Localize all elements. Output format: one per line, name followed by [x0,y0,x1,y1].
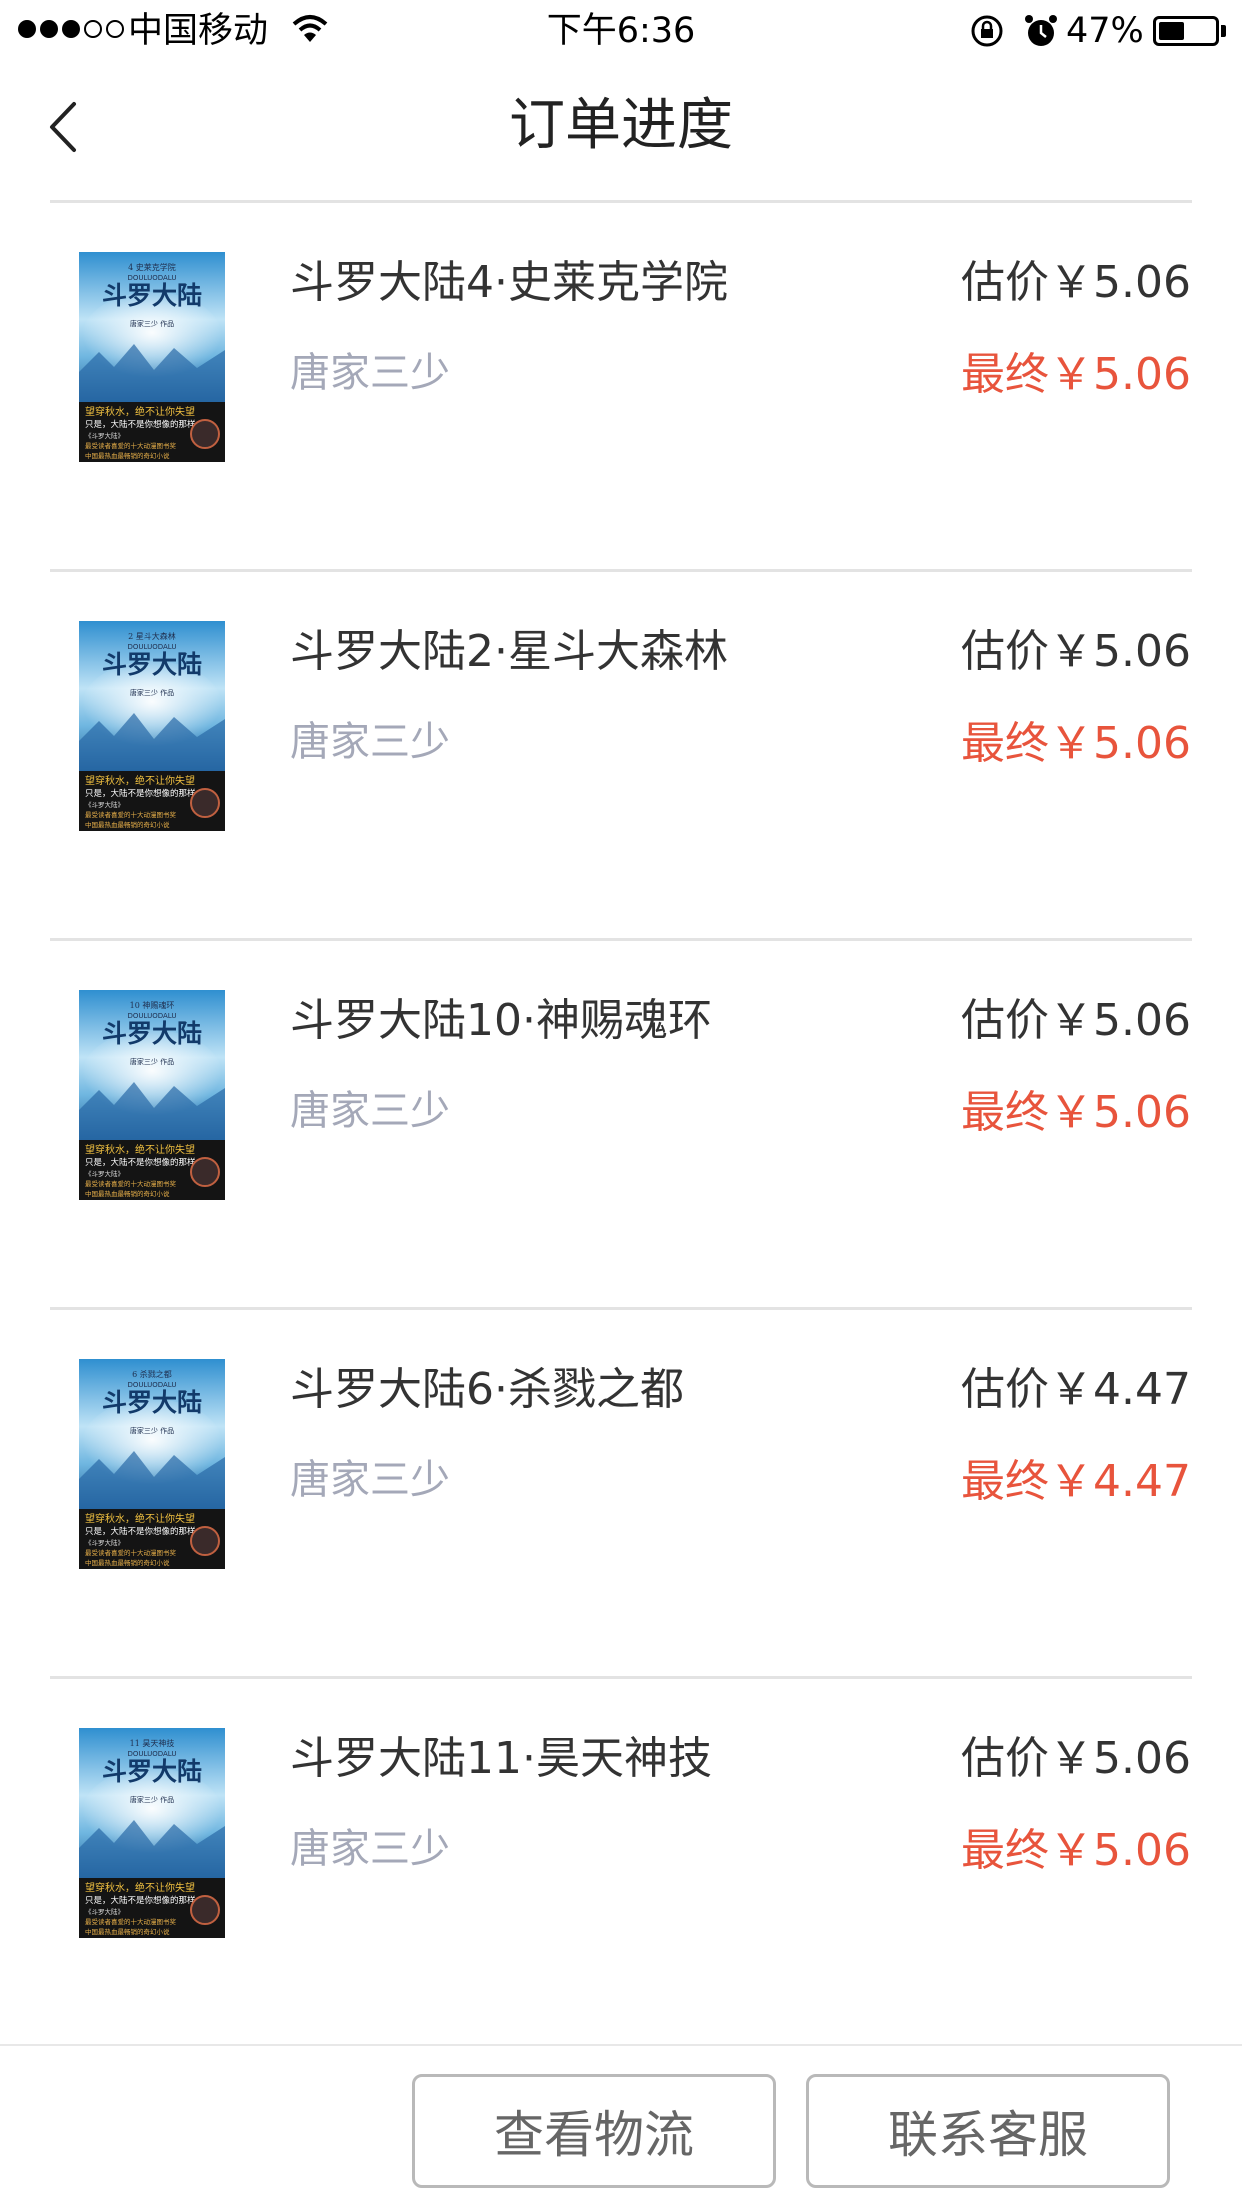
final-price: 最终￥5.06 [961,349,1191,400]
estimated-price: 估价￥4.47 [961,1364,1191,1415]
svg-text:最受读者喜爱的十大动漫图书奖: 最受读者喜爱的十大动漫图书奖 [85,441,177,450]
cover-volume-text: 2 星斗大森林 [128,631,176,641]
svg-text:望穿秋水，绝不让你失望: 望穿秋水，绝不让你失望 [85,1512,195,1525]
book-title: 斗罗大陆6·杀戮之都 [290,1364,684,1415]
order-item[interactable]: 10 神赐魂环 DOULUODALU 斗罗大陆 唐家三少 作品 望穿秋水，绝不让… [0,938,1242,1306]
final-price: 最终￥5.06 [961,1825,1191,1876]
svg-text:唐家三少 作品: 唐家三少 作品 [130,1057,174,1066]
svg-text:最受读者喜爱的十大动漫图书奖: 最受读者喜爱的十大动漫图书奖 [85,1917,177,1926]
svg-text:斗罗大陆: 斗罗大陆 [102,1019,202,1048]
book-cover-image: 10 神赐魂环 DOULUODALU 斗罗大陆 唐家三少 作品 望穿秋水，绝不让… [79,990,225,1200]
svg-text:斗罗大陆: 斗罗大陆 [102,650,202,679]
nav-bar: 订单进度 [0,62,1242,202]
battery-tip [1221,25,1226,37]
battery-fill [1159,22,1184,40]
svg-text:唐家三少 作品: 唐家三少 作品 [130,688,174,697]
svg-text:最受读者喜爱的十大动漫图书奖: 最受读者喜爱的十大动漫图书奖 [85,810,177,819]
battery-percent: 47% [1066,11,1144,51]
svg-text:斗罗大陆: 斗罗大陆 [102,281,202,310]
svg-text:望穿秋水，绝不让你失望: 望穿秋水，绝不让你失望 [85,1881,195,1894]
svg-text:《斗罗大陆》: 《斗罗大陆》 [85,1907,124,1916]
svg-text:《斗罗大陆》: 《斗罗大陆》 [85,800,124,809]
book-author: 唐家三少 [290,350,450,396]
svg-text:《斗罗大陆》: 《斗罗大陆》 [85,431,124,440]
book-author: 唐家三少 [290,1826,450,1872]
cover-volume-text: 10 神赐魂环 [130,1000,175,1010]
svg-text:斗罗大陆: 斗罗大陆 [102,1388,202,1417]
final-price: 最终￥5.06 [961,1087,1191,1138]
book-cover-image: 11 昊天神技 DOULUODALU 斗罗大陆 唐家三少 作品 望穿秋水，绝不让… [79,1728,225,1938]
estimated-price: 估价￥5.06 [961,995,1191,1046]
svg-text:望穿秋水，绝不让你失望: 望穿秋水，绝不让你失望 [85,774,195,787]
book-author: 唐家三少 [290,1457,450,1503]
cover-volume-text: 11 昊天神技 [130,1738,175,1748]
svg-text:望穿秋水，绝不让你失望: 望穿秋水，绝不让你失望 [85,1143,195,1156]
order-item[interactable]: 6 杀戮之都 DOULUODALU 斗罗大陆 唐家三少 作品 望穿秋水，绝不让你… [0,1307,1242,1675]
row-divider [50,938,1192,941]
rotation-lock-icon [971,15,1003,47]
row-divider [50,569,1192,572]
view-logistics-button[interactable]: 查看物流 [412,2074,776,2188]
svg-text:望穿秋水，绝不让你失望: 望穿秋水，绝不让你失望 [85,405,195,418]
contact-service-button[interactable]: 联系客服 [806,2074,1170,2188]
svg-text:中国最热血最畅销的奇幻小说: 中国最热血最畅销的奇幻小说 [85,1927,170,1936]
estimated-price: 估价￥5.06 [961,257,1191,308]
page-title: 订单进度 [509,93,733,158]
book-cover-image: 4 史莱克学院 DOULUODALU 斗罗大陆 唐家三少 作品 望穿秋水，绝不让… [79,252,225,462]
book-author: 唐家三少 [290,1088,450,1134]
estimated-price: 估价￥5.06 [961,1733,1191,1784]
estimated-price: 估价￥5.06 [961,626,1191,677]
svg-text:只是，大陆不是你想像的那样: 只是，大陆不是你想像的那样 [85,1526,196,1537]
cover-volume-text: 4 史莱克学院 [128,262,176,272]
order-item[interactable]: 4 史莱克学院 DOULUODALU 斗罗大陆 唐家三少 作品 望穿秋水，绝不让… [0,200,1242,568]
svg-text:中国最热血最畅销的奇幻小说: 中国最热血最畅销的奇幻小说 [85,1558,170,1567]
row-divider [50,1676,1192,1679]
book-title: 斗罗大陆4·史莱克学院 [290,257,728,308]
status-bar: 中国移动 下午6:36 47% [0,0,1242,62]
svg-text:只是，大陆不是你想像的那样: 只是，大陆不是你想像的那样 [85,788,196,799]
book-author: 唐家三少 [290,719,450,765]
svg-text:唐家三少 作品: 唐家三少 作品 [130,1426,174,1435]
cover-volume-text: 6 杀戮之都 [132,1369,172,1379]
alarm-icon [1025,15,1057,46]
final-price: 最终￥5.06 [961,718,1191,769]
svg-text:最受读者喜爱的十大动漫图书奖: 最受读者喜爱的十大动漫图书奖 [85,1548,177,1557]
footer-bar: 查看物流 联系客服 [0,2044,1242,2208]
svg-text:最受读者喜爱的十大动漫图书奖: 最受读者喜爱的十大动漫图书奖 [85,1179,177,1188]
row-divider [50,200,1192,203]
order-item[interactable]: 2 星斗大森林 DOULUODALU 斗罗大陆 唐家三少 作品 望穿秋水，绝不让… [0,569,1242,937]
book-title: 斗罗大陆2·星斗大森林 [290,626,728,677]
order-item[interactable]: 11 昊天神技 DOULUODALU 斗罗大陆 唐家三少 作品 望穿秋水，绝不让… [0,1676,1242,2044]
svg-text:只是，大陆不是你想像的那样: 只是，大陆不是你想像的那样 [85,1157,196,1168]
book-title: 斗罗大陆10·神赐魂环 [290,995,712,1046]
row-divider [50,1307,1192,1310]
svg-text:唐家三少 作品: 唐家三少 作品 [130,1795,174,1804]
svg-text:唐家三少 作品: 唐家三少 作品 [130,319,174,328]
battery-icon [1153,16,1219,46]
svg-text:《斗罗大陆》: 《斗罗大陆》 [85,1538,124,1547]
svg-text:中国最热血最畅销的奇幻小说: 中国最热血最畅销的奇幻小说 [85,1189,170,1198]
book-title: 斗罗大陆11·昊天神技 [290,1733,712,1784]
svg-text:中国最热血最畅销的奇幻小说: 中国最热血最畅销的奇幻小说 [85,820,170,829]
book-cover-image: 6 杀戮之都 DOULUODALU 斗罗大陆 唐家三少 作品 望穿秋水，绝不让你… [79,1359,225,1569]
svg-text:《斗罗大陆》: 《斗罗大陆》 [85,1169,124,1178]
svg-text:只是，大陆不是你想像的那样: 只是，大陆不是你想像的那样 [85,1895,196,1906]
book-cover-image: 2 星斗大森林 DOULUODALU 斗罗大陆 唐家三少 作品 望穿秋水，绝不让… [79,621,225,831]
svg-text:斗罗大陆: 斗罗大陆 [102,1757,202,1786]
final-price: 最终￥4.47 [961,1456,1191,1507]
svg-text:只是，大陆不是你想像的那样: 只是，大陆不是你想像的那样 [85,419,196,430]
svg-text:中国最热血最畅销的奇幻小说: 中国最热血最畅销的奇幻小说 [85,451,170,460]
